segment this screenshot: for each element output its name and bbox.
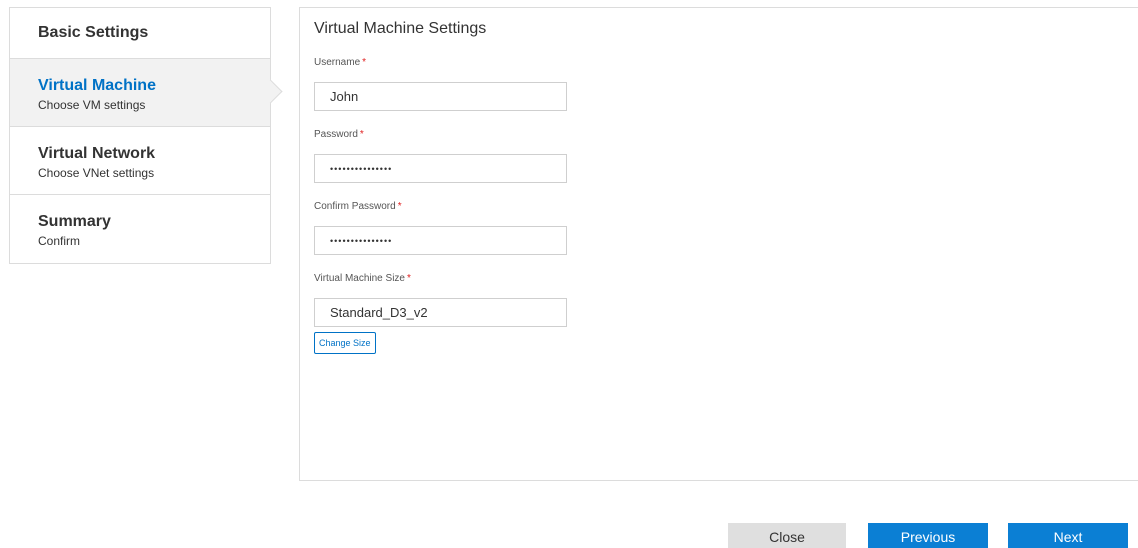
change-size-button[interactable]: Change Size: [314, 332, 376, 354]
step-summary[interactable]: Summary Confirm: [10, 195, 270, 263]
step-basic-settings[interactable]: Basic Settings: [10, 8, 270, 59]
step-title: Virtual Network: [38, 145, 156, 162]
step-virtual-machine[interactable]: Virtual Machine Choose VM settings: [10, 59, 270, 127]
required-marker: *: [406, 273, 411, 284]
step-title: Summary: [38, 213, 111, 230]
step-subtitle: Choose VNet settings: [38, 166, 155, 180]
password-input[interactable]: [314, 154, 567, 183]
step-virtual-network[interactable]: Virtual Network Choose VNet settings: [10, 127, 270, 195]
username-label: Username *: [314, 57, 367, 68]
panel-title: Virtual Machine Settings: [314, 20, 487, 37]
confirm-password-input[interactable]: [314, 226, 567, 255]
username-input[interactable]: [314, 82, 567, 111]
vm-size-input[interactable]: [314, 298, 567, 327]
close-button[interactable]: Close: [728, 523, 846, 548]
step-subtitle: Choose VM settings: [38, 98, 146, 112]
step-title: Virtual Machine: [38, 77, 156, 94]
required-marker: *: [359, 129, 364, 140]
wizard-steps: Basic Settings Virtual Machine Choose VM…: [9, 7, 271, 264]
vm-size-label: Virtual Machine Size *: [314, 273, 411, 284]
confirm-password-label: Confirm Password *: [314, 201, 402, 212]
password-label: Password *: [314, 129, 364, 140]
step-subtitle: Confirm: [38, 234, 81, 248]
next-button[interactable]: Next: [1008, 523, 1128, 548]
previous-button[interactable]: Previous: [868, 523, 988, 548]
required-marker: *: [362, 57, 367, 68]
step-title: Basic Settings: [38, 24, 149, 41]
required-marker: *: [397, 201, 402, 212]
vm-settings-panel: Virtual Machine Settings Username* Passw…: [299, 7, 1138, 481]
